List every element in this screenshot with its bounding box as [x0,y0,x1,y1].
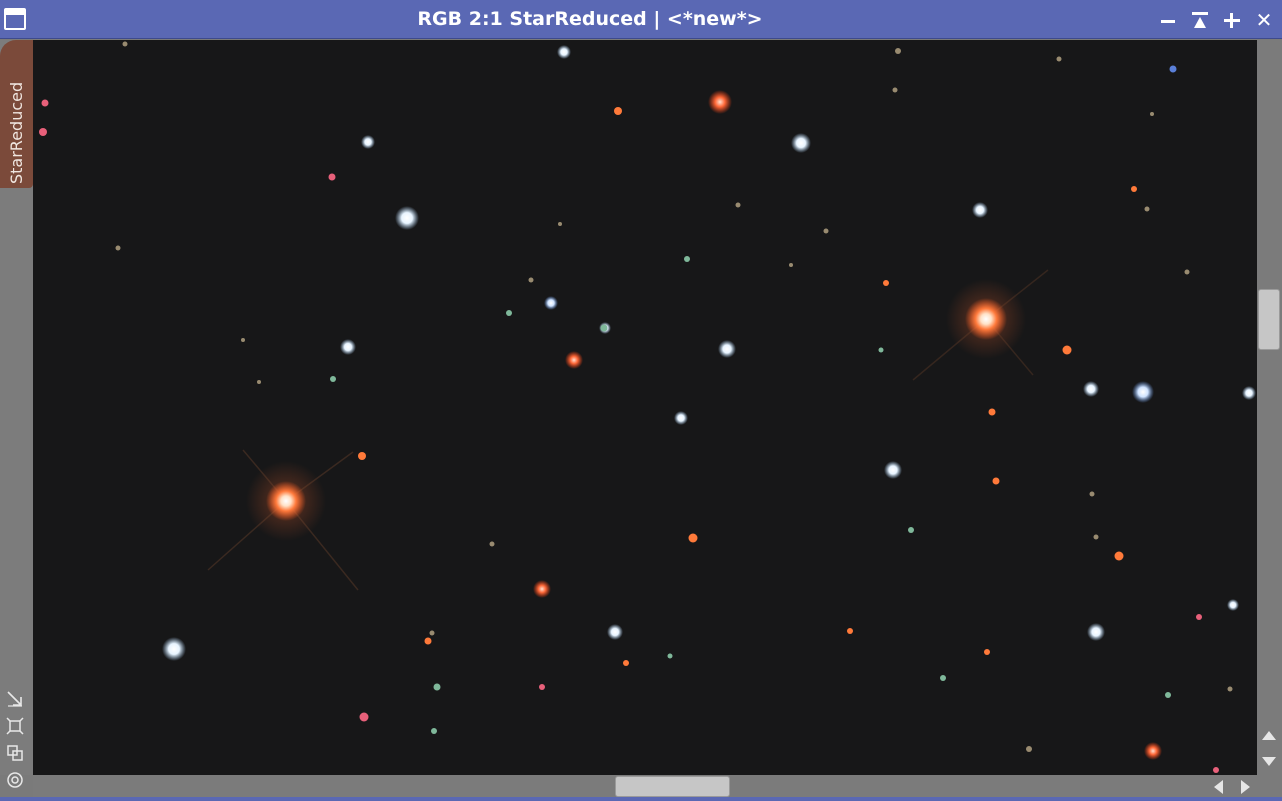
zoom-to-fit-icon[interactable] [6,717,24,735]
window-bottom-border [0,797,1282,801]
close-icon[interactable]: ✕ [1253,9,1275,31]
view-id-label: StarReduced [7,81,26,184]
horizontal-scroll-thumb[interactable] [615,776,730,797]
window-title: RGB 2:1 StarReduced | <*new*> [417,8,763,30]
image-viewport[interactable] [33,40,1257,775]
scroll-right-icon[interactable] [1241,780,1250,794]
minimize-icon[interactable] [1157,9,1179,31]
fit-view-icon[interactable] [6,690,24,708]
view-id-tab[interactable]: StarReduced [0,40,33,188]
scroll-left-icon[interactable] [1214,780,1223,794]
bright-star [207,449,359,591]
clone-view-icon[interactable] [6,744,24,762]
star-field-image [39,41,1256,773]
title-bar[interactable]: RGB 2:1 StarReduced | <*new*> ✕ [0,0,1282,39]
shade-icon[interactable] [1189,9,1211,31]
scroll-up-icon[interactable] [1262,731,1276,740]
vertical-scrollbar[interactable] [1257,40,1282,775]
scroll-down-icon[interactable] [1262,757,1276,766]
vertical-scroll-thumb[interactable] [1258,289,1280,350]
target-icon[interactable] [6,771,24,789]
bright-star [912,269,1049,381]
maximize-icon[interactable] [1221,9,1243,31]
